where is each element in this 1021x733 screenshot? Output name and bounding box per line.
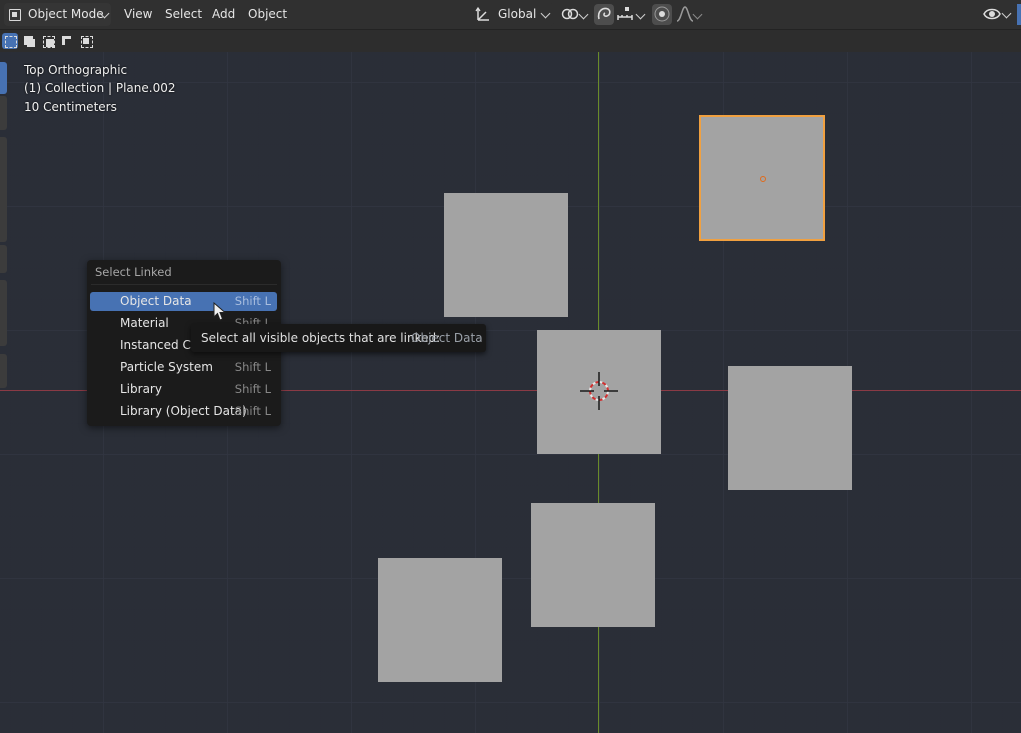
select-invert-button[interactable] [59, 33, 75, 49]
plane-active[interactable] [699, 115, 825, 241]
menu-view[interactable]: View [120, 0, 156, 29]
object-mode-icon [9, 9, 21, 21]
tooltip-value: Object Data [411, 331, 483, 345]
tooltip-text: Select all visible objects that are link… [201, 331, 441, 345]
origin-point [760, 176, 766, 182]
select-subtract-button[interactable] [40, 33, 56, 49]
menu-item-library-object-data[interactable]: Library (Object Data) Shift L [90, 402, 277, 421]
menu-item-label: Library [120, 382, 162, 396]
view-name: Top Orthographic [24, 63, 128, 77]
orientation-label: Global [498, 7, 537, 21]
menu-item-library[interactable]: Library Shift L [90, 380, 277, 399]
snap-increment-icon[interactable] [616, 5, 634, 23]
toolbar-tab[interactable] [0, 354, 7, 388]
tool-header [0, 30, 1021, 52]
menu-item-shortcut: Shift L [234, 404, 271, 418]
menu-item-label: Object Data [120, 294, 192, 308]
scale-info: 10 Centimeters [24, 100, 117, 114]
menu-title: Select Linked [95, 265, 172, 279]
mode-dropdown[interactable]: Object Mode [4, 3, 111, 26]
chevron-down-icon[interactable] [692, 9, 703, 20]
transform-orientation-icon [475, 6, 489, 21]
toolbar-tab-active[interactable] [0, 62, 7, 94]
blender-window: Top Orthographic (1) Collection | Plane.… [0, 0, 1021, 733]
mode-label: Object Mode [28, 7, 104, 21]
transform-orientation-dropdown[interactable]: Global [472, 3, 554, 26]
menu-select[interactable]: Select [161, 0, 206, 29]
menu-item-object-data[interactable]: Object Data Shift L [90, 292, 277, 311]
menu-separator [91, 284, 277, 285]
select-extend-button[interactable] [21, 33, 37, 49]
plane[interactable] [378, 558, 502, 682]
menu-item-label: Instanced Co [120, 338, 199, 352]
viewport-header: Object Mode View Select Add Object Globa… [0, 0, 1021, 30]
select-intersect-button[interactable] [78, 33, 94, 49]
plane[interactable] [728, 366, 852, 490]
menu-object[interactable]: Object [244, 0, 291, 29]
proportional-edit-icon[interactable] [653, 5, 671, 23]
3d-cursor-icon[interactable] [578, 370, 620, 412]
menu-add[interactable]: Add [208, 0, 239, 29]
visibility-icon[interactable] [983, 5, 1001, 23]
toolbar-tab[interactable] [0, 245, 7, 273]
snap-icon[interactable] [595, 5, 613, 23]
menu-item-shortcut: Shift L [234, 382, 271, 396]
gizmo-toggle[interactable] [1017, 4, 1021, 25]
menu-item-label: Library (Object Data) [120, 404, 247, 418]
chevron-down-icon[interactable] [635, 9, 646, 20]
chevron-down-icon[interactable] [578, 9, 589, 20]
chevron-down-icon[interactable] [1001, 8, 1012, 19]
toolbar-tab[interactable] [0, 280, 7, 346]
menu-item-label: Material [120, 316, 169, 330]
chevron-down-icon [540, 8, 551, 19]
collection-info: (1) Collection | Plane.002 [24, 81, 176, 95]
mouse-pointer-icon [213, 302, 227, 321]
toolbar-tab[interactable] [0, 137, 7, 242]
menu-item-particle-system[interactable]: Particle System Shift L [90, 358, 277, 377]
pivot-icon[interactable] [561, 5, 579, 23]
menu-item-shortcut: Shift L [234, 360, 271, 374]
plane[interactable] [444, 193, 568, 317]
toolbar-tab[interactable] [0, 96, 7, 130]
menu-item-shortcut: Shift L [234, 294, 271, 308]
menu-item-label: Particle System [120, 360, 213, 374]
plane[interactable] [531, 503, 655, 627]
tooltip: Select all visible objects that are link… [191, 324, 486, 352]
select-new-button[interactable] [2, 33, 18, 49]
